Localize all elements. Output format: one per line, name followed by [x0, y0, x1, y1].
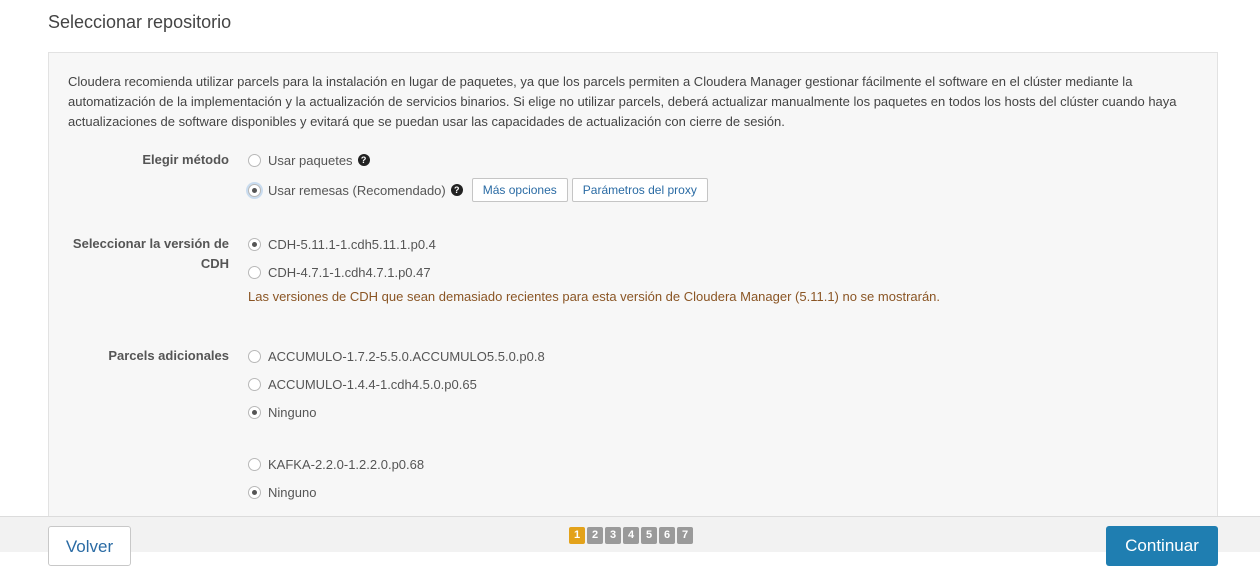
step-5: 5: [641, 527, 657, 544]
step-2: 2: [587, 527, 603, 544]
cdh-version-warning: Las versiones de CDH que sean demasiado …: [248, 289, 941, 304]
option-label: ACCUMULO-1.4.4-1.cdh4.5.0.p0.65: [268, 376, 477, 392]
help-icon[interactable]: ?: [357, 154, 370, 166]
option-kafka[interactable]: KAFKA-2.2.0-1.2.2.0.p0.68: [248, 454, 424, 474]
method-label: Elegir método: [142, 152, 229, 167]
cdh-label-line2: CDH: [200, 256, 229, 271]
option-cdh-5[interactable]: CDH-5.11.1-1.cdh5.11.1.p0.4: [248, 234, 436, 254]
cdh-version-label: Seleccionar la versión de CDH: [49, 234, 229, 274]
more-options-button[interactable]: Más opciones: [471, 178, 568, 202]
radio-accumulo-1-7[interactable]: [248, 349, 261, 363]
proxy-settings-button[interactable]: Parámetros del proxy: [571, 178, 708, 202]
option-label: CDH-4.7.1-1.cdh4.7.1.p0.47: [268, 264, 431, 280]
option-label: Usar paquetes: [268, 152, 353, 168]
step-3: 3: [605, 527, 621, 544]
option-label: Usar remesas (Recomendado): [268, 182, 446, 198]
cdh-label-line1: Seleccionar la versión de: [72, 236, 229, 251]
radio-use-packages[interactable]: [248, 153, 261, 167]
additional-parcels-label: Parcels adicionales: [108, 348, 229, 363]
option-label: KAFKA-2.2.0-1.2.2.0.p0.68: [268, 456, 425, 472]
option-kafka-none[interactable]: Ninguno: [248, 482, 316, 502]
wizard-footer: Volver 1 2 3 4 5 6 7 Continuar: [0, 516, 1260, 566]
repository-panel: Cloudera recomienda utilizar parcels par…: [48, 52, 1218, 532]
radio-cdh-4[interactable]: [248, 265, 261, 279]
option-label: CDH-5.11.1-1.cdh5.11.1.p0.4: [268, 236, 436, 252]
help-icon[interactable]: ?: [450, 184, 463, 196]
option-accumulo-1-7[interactable]: ACCUMULO-1.7.2-5.5.0.ACCUMULO5.5.0.p0.8: [248, 346, 545, 366]
page-title: Seleccionar repositorio: [48, 12, 232, 32]
radio-accumulo-none[interactable]: [248, 405, 261, 419]
step-4: 4: [623, 527, 639, 544]
option-label: Ninguno: [268, 404, 317, 420]
intro-text: Cloudera recomienda utilizar parcels par…: [68, 74, 1177, 129]
option-accumulo-none[interactable]: Ninguno: [248, 402, 316, 422]
radio-use-parcels[interactable]: [248, 183, 261, 197]
step-6: 6: [659, 527, 675, 544]
radio-cdh-5[interactable]: [248, 237, 261, 251]
radio-accumulo-1-4[interactable]: [248, 377, 261, 391]
option-accumulo-1-4[interactable]: ACCUMULO-1.4.4-1.cdh4.5.0.p0.65: [248, 374, 477, 394]
step-7: 7: [677, 527, 693, 544]
radio-kafka[interactable]: [248, 457, 261, 471]
back-button[interactable]: Volver: [48, 526, 131, 566]
radio-kafka-none[interactable]: [248, 485, 261, 499]
option-label: ACCUMULO-1.7.2-5.5.0.ACCUMULO5.5.0.p0.8: [268, 348, 545, 364]
option-label: Ninguno: [268, 484, 317, 500]
continue-button[interactable]: Continuar: [1106, 526, 1218, 566]
step-1: 1: [569, 527, 585, 544]
option-cdh-4[interactable]: CDH-4.7.1-1.cdh4.7.1.p0.47: [248, 262, 431, 282]
option-use-packages[interactable]: Usar paquetes ?: [248, 150, 370, 170]
step-indicator: 1 2 3 4 5 6 7: [569, 527, 693, 544]
option-use-parcels[interactable]: Usar remesas (Recomendado) ? Más opcione…: [248, 178, 708, 202]
